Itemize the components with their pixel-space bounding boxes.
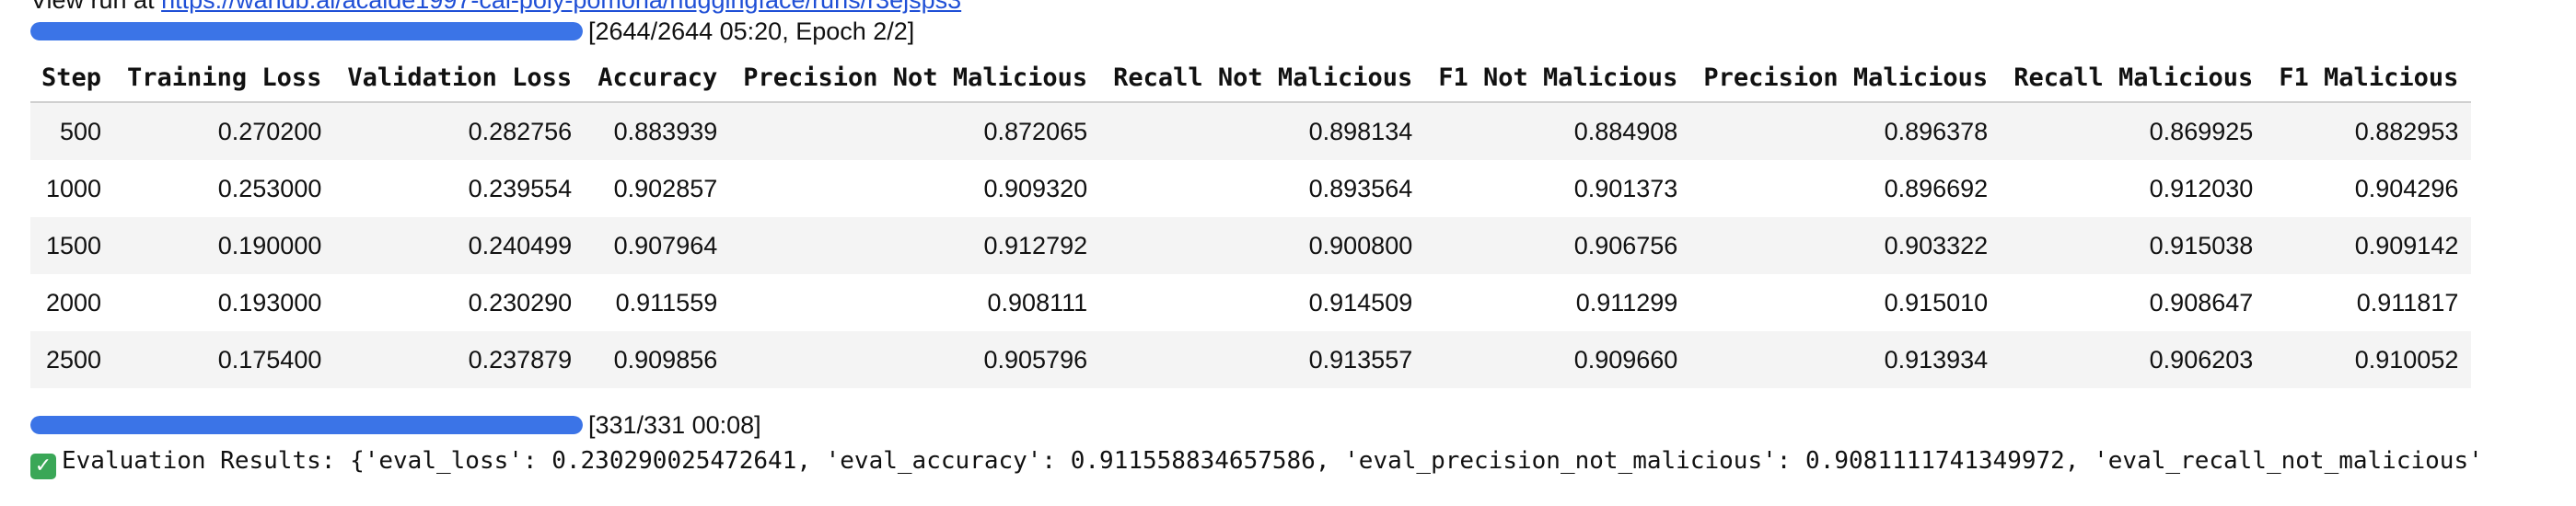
evaluation-results-text: Evaluation Results: {'eval_loss': 0.2302… bbox=[62, 447, 2483, 475]
table-cell: 0.909856 bbox=[585, 331, 731, 388]
table-cell: 0.907964 bbox=[585, 217, 731, 274]
table-cell: 0.239554 bbox=[334, 160, 586, 217]
table-cell: 0.883939 bbox=[585, 102, 731, 160]
table-cell: 0.913934 bbox=[1690, 331, 2002, 388]
evaluation-results: ✓ Evaluation Results: {'eval_loss': 0.230… bbox=[30, 443, 2483, 479]
table-cell: 0.872065 bbox=[730, 102, 1101, 160]
table-cell: 0.908111 bbox=[730, 274, 1101, 331]
table-cell: 0.910052 bbox=[2266, 331, 2472, 388]
table-cell: 0.896378 bbox=[1690, 102, 2002, 160]
table-header-row: Step Training Loss Validation Loss Accuracy… bbox=[30, 53, 2472, 103]
table-cell: 0.911559 bbox=[585, 274, 731, 331]
table-cell: 0.914509 bbox=[1100, 274, 1426, 331]
table-cell: 0.193000 bbox=[114, 274, 335, 331]
column-header: Validation Loss bbox=[334, 53, 586, 103]
column-header: Training Loss bbox=[114, 53, 335, 103]
table-cell: 0.911299 bbox=[1425, 274, 1691, 331]
check-mark-icon: ✓ bbox=[30, 454, 56, 479]
table-body: 500 0.270200 0.282756 0.883939 0.872065 0.898… bbox=[30, 102, 2472, 388]
table-cell: 2500 bbox=[30, 331, 115, 388]
table-cell: 0.905796 bbox=[730, 331, 1101, 388]
table-cell: 0.909142 bbox=[2266, 217, 2472, 274]
column-header: F1 Not Malicious bbox=[1425, 53, 1691, 103]
table-cell: 0.898134 bbox=[1100, 102, 1426, 160]
table-cell: 2000 bbox=[30, 274, 115, 331]
table-row: 1000 0.253000 0.239554 0.902857 0.909320 0.89… bbox=[30, 160, 2472, 217]
table-cell: 0.908647 bbox=[2001, 274, 2267, 331]
table-cell: 0.913557 bbox=[1100, 331, 1426, 388]
table-cell: 0.282756 bbox=[334, 102, 586, 160]
eval-progress-fill bbox=[30, 416, 583, 434]
table-cell: 0.175400 bbox=[114, 331, 335, 388]
column-header: Step bbox=[30, 53, 115, 103]
table-cell: 0.904296 bbox=[2266, 160, 2472, 217]
table-cell: 0.270200 bbox=[114, 102, 335, 160]
table-cell: 0.230290 bbox=[334, 274, 586, 331]
table-cell: 1500 bbox=[30, 217, 115, 274]
table-cell: 0.237879 bbox=[334, 331, 586, 388]
table-cell: 500 bbox=[30, 102, 115, 160]
table-cell: 0.903322 bbox=[1690, 217, 2002, 274]
table-cell: 0.912792 bbox=[730, 217, 1101, 274]
table-cell: 0.909320 bbox=[730, 160, 1101, 217]
table-cell: 0.906203 bbox=[2001, 331, 2267, 388]
table-cell: 0.915010 bbox=[1690, 274, 2002, 331]
table-cell: 0.869925 bbox=[2001, 102, 2267, 160]
table-cell: 1000 bbox=[30, 160, 115, 217]
table-cell: 0.882953 bbox=[2266, 102, 2472, 160]
table-cell: 0.190000 bbox=[114, 217, 335, 274]
eval-progress: [331/331 00:08] bbox=[30, 410, 761, 440]
table-cell: 0.240499 bbox=[334, 217, 586, 274]
column-header: Precision Malicious bbox=[1690, 53, 2002, 103]
table-row: 2000 0.193000 0.230290 0.911559 0.908111 0.91… bbox=[30, 274, 2472, 331]
column-header: F1 Malicious bbox=[2266, 53, 2472, 103]
table-row: 500 0.270200 0.282756 0.883939 0.872065 0.898… bbox=[30, 102, 2472, 160]
table-row: 1500 0.190000 0.240499 0.907964 0.912792 0.90… bbox=[30, 217, 2472, 274]
run-prefix: View run at bbox=[30, 0, 162, 14]
table-cell: 0.911817 bbox=[2266, 274, 2472, 331]
eval-progress-bar bbox=[30, 416, 583, 434]
training-progress-fill bbox=[30, 22, 583, 40]
training-progress: [2644/2644 05:20, Epoch 2/2] bbox=[30, 17, 914, 46]
table-cell: 0.915038 bbox=[2001, 217, 2267, 274]
training-progress-text: [2644/2644 05:20, Epoch 2/2] bbox=[588, 17, 915, 45]
column-header: Accuracy bbox=[585, 53, 731, 103]
column-header: Recall Malicious bbox=[2001, 53, 2267, 103]
table-cell: 0.253000 bbox=[114, 160, 335, 217]
metrics-table: Step Training Loss Validation Loss Accuracy… bbox=[30, 53, 2472, 388]
table-cell: 0.909660 bbox=[1425, 331, 1691, 388]
run-link-line: View run at https://wandb.ai/acalde1997-… bbox=[30, 0, 961, 15]
table-cell: 0.906756 bbox=[1425, 217, 1691, 274]
column-header: Recall Not Malicious bbox=[1100, 53, 1426, 103]
training-progress-bar bbox=[30, 22, 583, 40]
table-cell: 0.896692 bbox=[1690, 160, 2002, 217]
table-row: 2500 0.175400 0.237879 0.909856 0.905796 0.91… bbox=[30, 331, 2472, 388]
table-cell: 0.901373 bbox=[1425, 160, 1691, 217]
notebook-output: View run at https://wandb.ai/acalde1997-… bbox=[0, 0, 2576, 506]
table-cell: 0.900800 bbox=[1100, 217, 1426, 274]
table-cell: 0.912030 bbox=[2001, 160, 2267, 217]
table-cell: 0.902857 bbox=[585, 160, 731, 217]
column-header: Precision Not Malicious bbox=[730, 53, 1101, 103]
run-link[interactable]: https://wandb.ai/acalde1997-cal-poly-pom… bbox=[161, 0, 961, 14]
eval-progress-text: [331/331 00:08] bbox=[588, 410, 761, 439]
table-cell: 0.884908 bbox=[1425, 102, 1691, 160]
table-cell: 0.893564 bbox=[1100, 160, 1426, 217]
